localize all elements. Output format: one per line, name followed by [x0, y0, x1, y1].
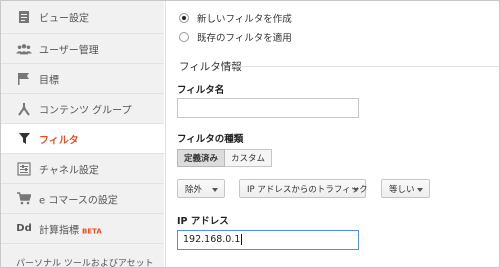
sidebar-item-channel-settings[interactable]: チャネル設定 [1, 154, 164, 184]
beta-badge: BETA [82, 227, 102, 235]
radio-create-new-filter[interactable]: 新しいフィルタを作成 [179, 11, 292, 25]
dropdown-value: 除外 [185, 184, 203, 195]
channel-settings-icon [16, 161, 32, 176]
radio-button[interactable] [179, 32, 189, 42]
sidebar-item-calculated-metrics[interactable]: Dd 計算指標 BETA [1, 214, 164, 244]
radio-label: 既存のフィルタを適用 [197, 33, 292, 44]
sidebar-item-label: ユーザー管理 [39, 45, 99, 56]
sidebar-item-ecommerce-settings[interactable]: e コマースの設定 [1, 184, 164, 214]
sidebar-item-label: フィルタ [39, 135, 79, 146]
tab-predefined[interactable]: 定義済み [177, 149, 226, 167]
divider [233, 66, 499, 67]
filter-form: 新しいフィルタを作成 既存のフィルタを適用 フィルタ情報 フィルタ名 フィルタの… [165, 1, 499, 267]
chevron-down-icon [417, 188, 423, 192]
flag-icon [16, 72, 32, 86]
sidebar-item-label: ビュー設定 [39, 13, 89, 25]
sidebar: ビュー設定 ユーザー管理 目標 コンテンツ グループ フィルタ チャネル設定 e… [1, 1, 165, 268]
users-icon [16, 42, 32, 56]
filter-type-label: フィルタの種類 [177, 134, 244, 145]
content-group-icon [16, 102, 32, 116]
ip-address-label: IP アドレス [177, 216, 229, 227]
text-cursor [241, 234, 243, 245]
filter-name-input[interactable] [177, 98, 359, 118]
sidebar-item-label: e コマースの設定 [39, 195, 118, 206]
sidebar-item-label: コンテンツ グループ [39, 105, 132, 116]
radio-button-checked[interactable] [179, 13, 189, 23]
chevron-down-icon [212, 188, 218, 192]
personal-tools-heading: パーソナル ツールおよびアセット [16, 259, 154, 268]
sidebar-item-label: チャネル設定 [39, 165, 99, 176]
dropdown-value: IP アドレスからのトラフィック [247, 184, 368, 195]
ip-address-value: 192.168.0.1 [183, 234, 241, 245]
calculated-metrics-icon: Dd [16, 223, 32, 234]
filter-source-dropdown[interactable]: IP アドレスからのトラフィック [239, 179, 368, 198]
radio-label: 新しいフィルタを作成 [197, 14, 292, 25]
dropdown-value: 等しい [389, 184, 415, 195]
sidebar-item-goals[interactable]: 目標 [1, 64, 164, 94]
filter-action-dropdown[interactable]: 除外 [177, 179, 225, 198]
sidebar-item-user-management[interactable]: ユーザー管理 [1, 34, 164, 64]
tab-custom[interactable]: カスタム [225, 149, 273, 167]
radio-apply-existing-filter[interactable]: 既存のフィルタを適用 [179, 30, 292, 44]
filter-settings-window: ビュー設定 ユーザー管理 目標 コンテンツ グループ フィルタ チャネル設定 e… [0, 0, 500, 268]
sidebar-item-filters[interactable]: フィルタ [1, 124, 165, 154]
ip-address-input[interactable]: 192.168.0.1 [177, 230, 359, 250]
filter-type-tabs: 定義済み カスタム [177, 149, 273, 167]
sidebar-item-label: 目標 [39, 75, 59, 86]
filter-name-label: フィルタ名 [177, 85, 225, 96]
filter-operator-dropdown[interactable]: 等しい [381, 179, 430, 198]
document-icon [16, 10, 32, 24]
filter-icon [16, 132, 32, 146]
chevron-down-icon [353, 188, 359, 192]
cart-icon [16, 192, 32, 206]
sidebar-item-label: 計算指標 [39, 225, 79, 236]
sidebar-item-view-settings[interactable]: ビュー設定 [1, 1, 164, 34]
sidebar-item-content-grouping[interactable]: コンテンツ グループ [1, 94, 164, 124]
